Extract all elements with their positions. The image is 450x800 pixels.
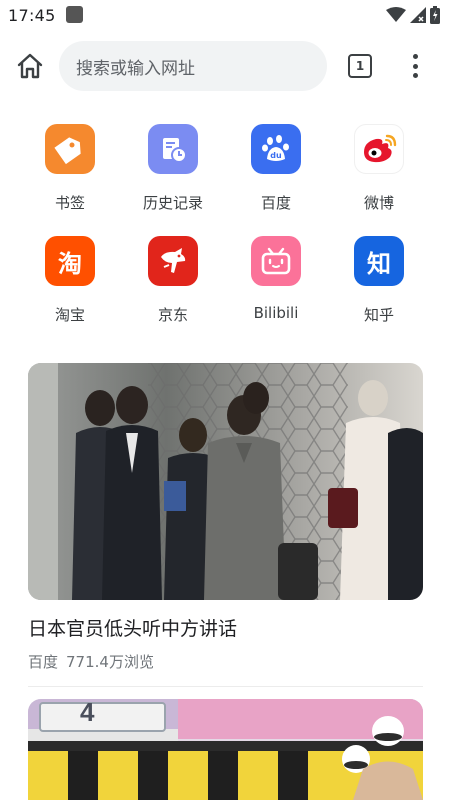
- history-icon: [148, 124, 198, 174]
- news-card-image[interactable]: [28, 363, 423, 600]
- shortcut-bilibili[interactable]: Bilibili: [231, 236, 321, 322]
- taobao-icon: 淘: [45, 236, 95, 286]
- shortcut-label: 历史记录: [142, 194, 203, 212]
- shortcut-label: 百度: [260, 194, 291, 212]
- news-photo: [28, 363, 423, 600]
- news-views: 771.4万浏览: [66, 653, 154, 671]
- news-card-image[interactable]: 4: [28, 699, 423, 800]
- more-menu-button[interactable]: [404, 51, 426, 81]
- shortcut-taobao[interactable]: 淘 淘宝: [25, 236, 115, 325]
- shortcut-label: 淘宝: [54, 306, 85, 324]
- shortcut-jd[interactable]: 京东: [128, 236, 218, 325]
- shortcut-label: 京东: [157, 306, 188, 324]
- shortcut-history[interactable]: 历史记录: [128, 124, 218, 213]
- menu-dot: [412, 63, 418, 69]
- browser-toolbar: 搜索或输入网址 1: [0, 38, 450, 94]
- battery-icon: [430, 6, 440, 24]
- shortcut-weibo[interactable]: 微博: [334, 124, 424, 213]
- bookmark-icon: [45, 124, 95, 174]
- feed-divider: [28, 686, 423, 687]
- tab-switcher-button[interactable]: 1: [348, 54, 372, 78]
- news-title[interactable]: 日本官员低头听中方讲话: [28, 614, 237, 641]
- shortcut-baidu[interactable]: du 百度: [231, 124, 321, 213]
- status-time: 17:45: [8, 6, 56, 25]
- menu-dot: [412, 54, 418, 59]
- signal-icon: [410, 7, 426, 23]
- shortcut-label: 书签: [54, 194, 85, 212]
- zhihu-icon: 知: [354, 236, 404, 286]
- address-placeholder: 搜索或输入网址: [76, 58, 195, 79]
- news-meta: 百度 771.4万浏览: [28, 651, 154, 672]
- shortcut-bookmarks[interactable]: 书签: [25, 124, 115, 213]
- zhihu-glyph: 知: [367, 249, 391, 278]
- shortcut-label: Bilibili: [253, 304, 299, 322]
- svg-text:du: du: [270, 151, 282, 160]
- shortcut-label: 知乎: [363, 306, 394, 324]
- address-bar[interactable]: 搜索或输入网址: [59, 41, 327, 91]
- taobao-glyph: 淘: [58, 249, 82, 278]
- lane-number: 4: [80, 699, 95, 727]
- news-source: 百度: [28, 653, 59, 671]
- baidu-paw-icon: du: [251, 124, 301, 174]
- status-icons: [386, 6, 440, 24]
- status-bar: 17:45: [0, 0, 450, 32]
- shortcut-zhihu[interactable]: 知 知乎: [334, 236, 424, 325]
- home-icon: [17, 53, 43, 79]
- menu-dot: [412, 73, 418, 78]
- jd-dog-icon: [148, 236, 198, 286]
- shortcut-label: 微博: [363, 194, 394, 212]
- wifi-icon: [386, 7, 406, 22]
- bilibili-tv-icon: [251, 236, 301, 286]
- home-button[interactable]: [14, 50, 46, 82]
- notification-icon: [66, 6, 83, 23]
- weibo-icon: [354, 124, 404, 174]
